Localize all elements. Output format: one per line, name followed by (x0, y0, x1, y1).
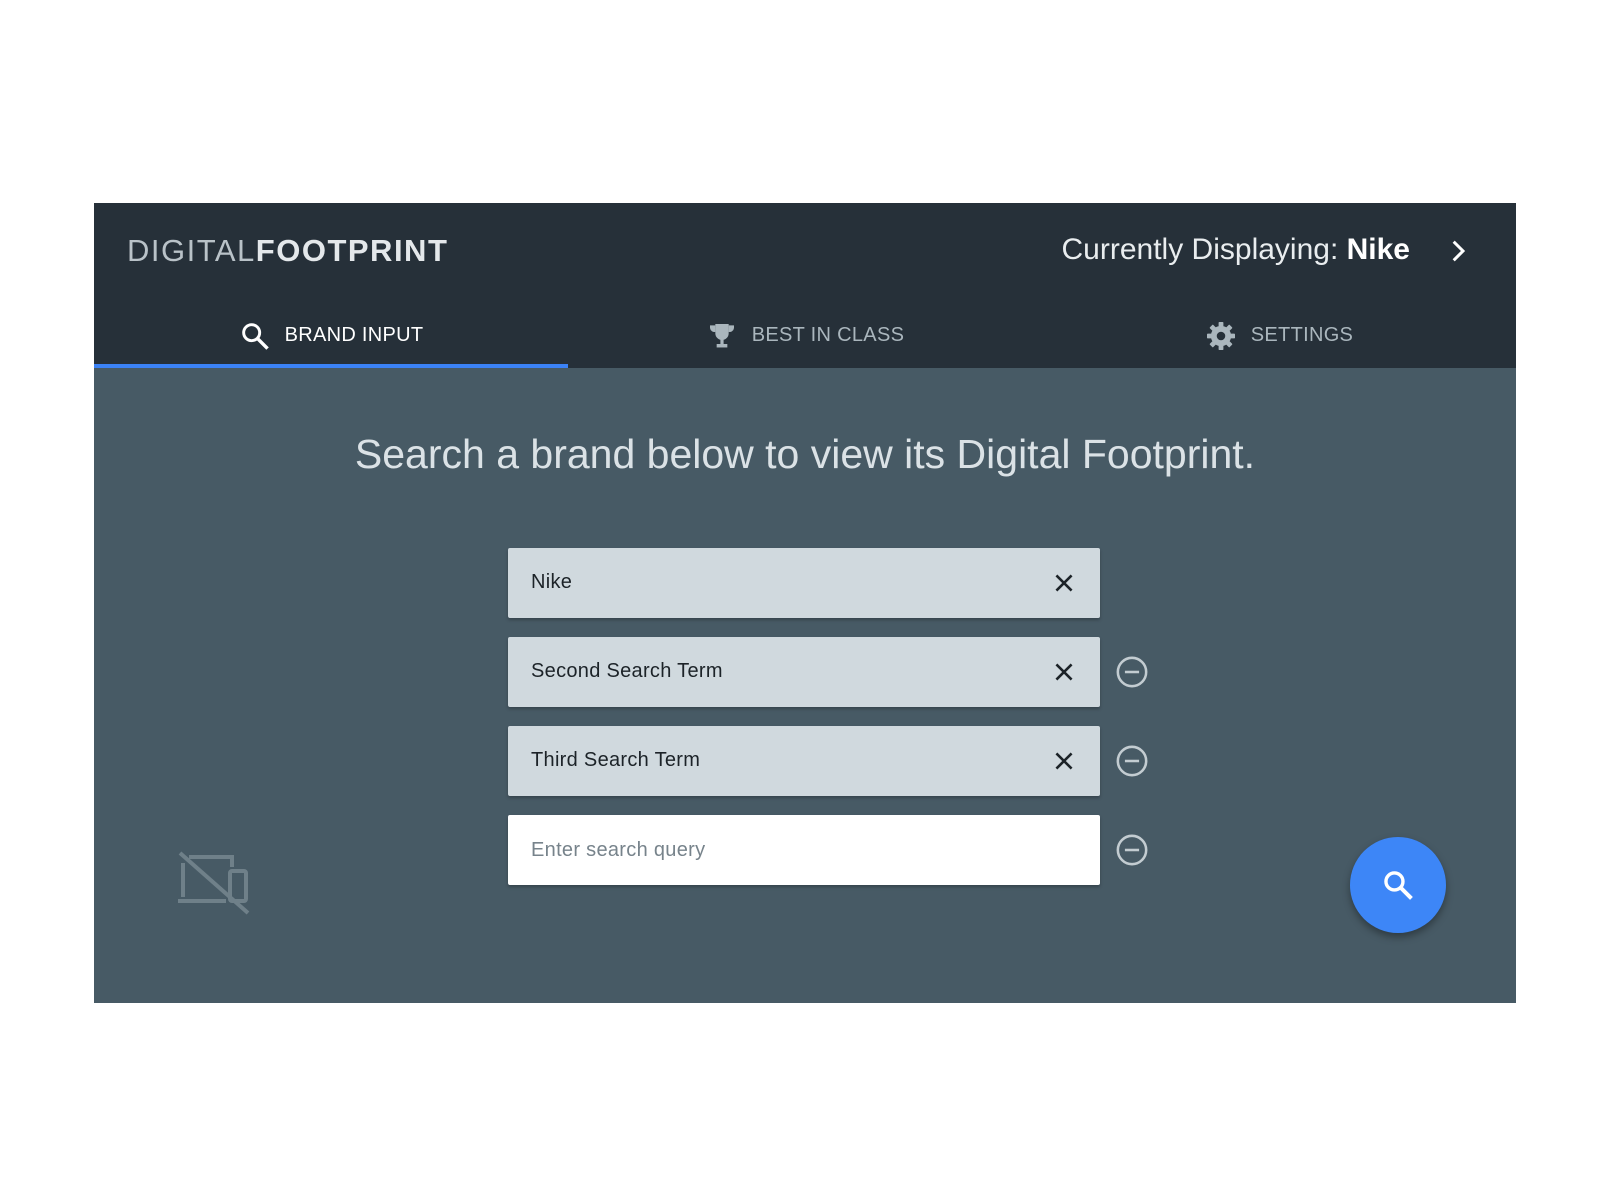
logo-text-light: DIGITAL (127, 233, 256, 268)
currently-displaying-label: Currently Displaying: (1061, 233, 1347, 266)
close-icon[interactable] (1050, 658, 1078, 686)
tab-best-in-class[interactable]: BEST IN CLASS (568, 303, 1042, 368)
search-query-field (508, 815, 1100, 885)
search-button[interactable] (1350, 837, 1446, 933)
tab-label: BRAND INPUT (284, 324, 424, 346)
remove-circle-icon[interactable] (1115, 833, 1149, 867)
tab-label: SETTINGS (1250, 324, 1354, 346)
tab-brand-input[interactable]: BRAND INPUT (94, 303, 568, 368)
search-icon (1384, 871, 1413, 900)
tab-settings[interactable]: SETTINGS (1042, 303, 1516, 368)
gear-icon (1206, 321, 1235, 350)
search-icon (241, 322, 269, 350)
search-term-chip[interactable]: Second Search Term (508, 637, 1100, 707)
tab-bar: BRAND INPUT BEST IN CLASS SETTINGS (94, 303, 1516, 368)
app-logo: DIGITALFOOTPRINT (127, 233, 448, 269)
search-term-text: Nike (531, 571, 573, 593)
close-icon[interactable] (1050, 569, 1078, 597)
search-term-chip[interactable]: Nike (508, 548, 1100, 618)
search-term-text: Second Search Term (531, 660, 723, 682)
remove-circle-icon[interactable] (1115, 655, 1149, 689)
logo-text-bold: FOOTPRINT (255, 233, 449, 268)
search-query-input[interactable] (508, 815, 1100, 885)
close-icon[interactable] (1050, 747, 1078, 775)
devices-off-icon (178, 851, 250, 915)
chevron-right-icon[interactable] (1444, 236, 1474, 266)
tab-label: BEST IN CLASS (751, 324, 905, 346)
search-term-chip[interactable]: Third Search Term (508, 726, 1100, 796)
app-window: DIGITALFOOTPRINT Currently Displaying: N… (94, 203, 1516, 1003)
trophy-icon (709, 323, 734, 347)
currently-displaying-value: Nike (1346, 233, 1410, 266)
top-bar: DIGITALFOOTPRINT Currently Displaying: N… (94, 203, 1516, 368)
page-headline: Search a brand below to view its Digital… (354, 431, 1256, 477)
currently-displaying: Currently Displaying: Nike (1062, 233, 1410, 267)
search-term-text: Third Search Term (531, 749, 701, 771)
remove-circle-icon[interactable] (1115, 744, 1149, 778)
